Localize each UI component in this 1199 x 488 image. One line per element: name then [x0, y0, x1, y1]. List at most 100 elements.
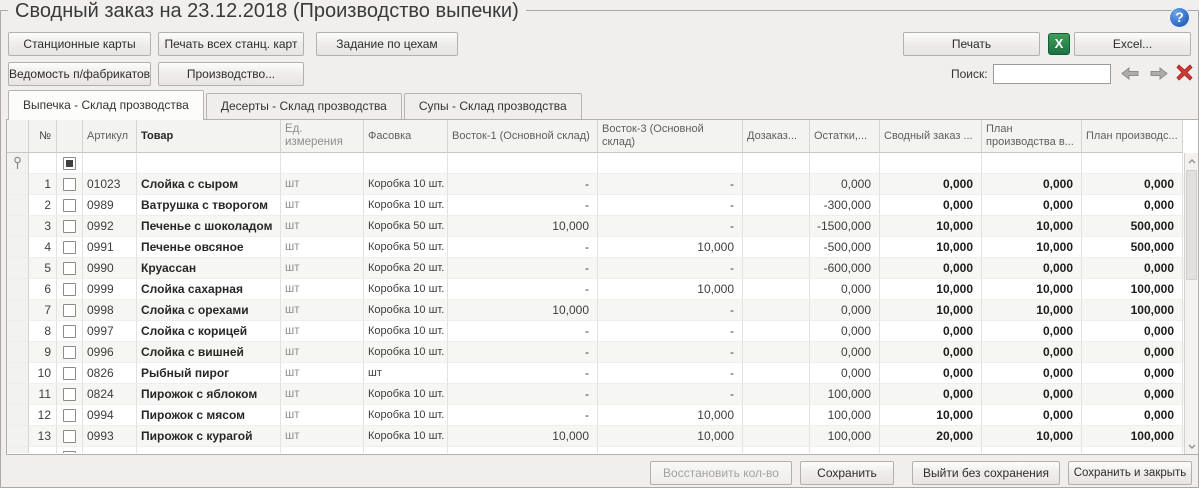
filter-cell-east1[interactable] [448, 153, 598, 174]
row-checkbox[interactable] [63, 409, 76, 422]
cell-unit[interactable]: шт [281, 174, 364, 195]
column-header-plan_prod[interactable]: План производс... [1082, 120, 1183, 153]
cell-plan_prod[interactable] [1082, 447, 1183, 453]
cell-remains[interactable]: 100,000 [810, 384, 880, 405]
cell-summary[interactable]: 10,000 [880, 405, 982, 426]
cell-east1[interactable]: 10,000 [448, 216, 598, 237]
cell-unit[interactable]: шт [281, 426, 364, 447]
cell-plan_shop[interactable]: 0,000 [982, 384, 1082, 405]
cell-article[interactable]: 0993 [83, 426, 137, 447]
column-header-num[interactable]: № [29, 120, 57, 153]
cell-article[interactable]: 0826 [83, 363, 137, 384]
search-next-icon[interactable] [1150, 66, 1168, 81]
cell-remains[interactable]: 0,000 [810, 342, 880, 363]
cell-backorder[interactable] [743, 342, 810, 363]
row-checkbox[interactable] [63, 388, 76, 401]
production-button[interactable]: Производство... [158, 62, 304, 86]
cell-product[interactable]: Слойка с вишней [137, 342, 281, 363]
cell-plan_shop[interactable]: 0,000 [982, 174, 1082, 195]
search-clear-icon[interactable] [1176, 64, 1193, 81]
cell-summary[interactable]: 0,000 [880, 363, 982, 384]
column-header-article[interactable]: Артикул [83, 120, 137, 153]
cell-plan_prod[interactable]: 0,000 [1082, 384, 1183, 405]
row-checkbox[interactable] [63, 304, 76, 317]
save-button[interactable]: Сохранить [800, 461, 894, 485]
row-checkbox-cell[interactable] [57, 426, 83, 447]
cell-plan_shop[interactable]: 0,000 [982, 258, 1082, 279]
scroll-up-icon[interactable] [1185, 153, 1198, 169]
table-row[interactable]: 101023Слойка с сыромштКоробка 10 шт.--0,… [7, 174, 1186, 195]
cell-east3[interactable]: 10,000 [598, 405, 743, 426]
row-checkbox-cell[interactable] [57, 279, 83, 300]
table-row[interactable]: 70998Слойка с орехамиштКоробка 10 шт.10,… [7, 300, 1186, 321]
cell-article[interactable]: 0992 [83, 216, 137, 237]
cell-plan_prod[interactable]: 100,000 [1082, 279, 1183, 300]
row-checkbox-cell[interactable] [57, 258, 83, 279]
cell-east1[interactable]: - [448, 174, 598, 195]
cell-plan_shop[interactable]: 10,000 [982, 216, 1082, 237]
filter-cell-backorder[interactable] [743, 153, 810, 174]
cell-product[interactable]: Слойка с орехами [137, 300, 281, 321]
cell-plan_shop[interactable]: 0,000 [982, 342, 1082, 363]
cell-article[interactable]: 0990 [83, 258, 137, 279]
search-input[interactable] [993, 64, 1111, 84]
row-checkbox-cell[interactable] [57, 216, 83, 237]
cell-unit[interactable]: шт [281, 300, 364, 321]
exit-no-save-button[interactable]: Выйти без сохранения [912, 461, 1060, 485]
filter-pin-icon[interactable] [7, 153, 29, 174]
table-row[interactable]: 130993Пирожок с курагойштКоробка 10 шт.1… [7, 426, 1186, 447]
cell-product[interactable]: Печенье с шоколадом [137, 216, 281, 237]
table-row[interactable]: 60999Слойка сахарнаяштКоробка 10 шт.-10,… [7, 279, 1186, 300]
cell-unit[interactable]: шт [281, 195, 364, 216]
cell-article[interactable]: 0991 [83, 237, 137, 258]
table-row[interactable]: 110824Пирожок с яблокомштКоробка 10 шт.-… [7, 384, 1186, 405]
filter-num-cell[interactable] [29, 153, 57, 174]
cell-pack[interactable]: Коробка 10 шт. [364, 384, 448, 405]
cell-east1[interactable]: - [448, 258, 598, 279]
cell-article[interactable]: 0996 [83, 342, 137, 363]
table-row[interactable]: 120994Пирожок с мясомштКоробка 10 шт.-10… [7, 405, 1186, 426]
filter-cell-product[interactable] [137, 153, 281, 174]
cell-backorder[interactable] [743, 195, 810, 216]
row-checkbox-cell[interactable] [57, 174, 83, 195]
cell-remains[interactable]: 0,000 [810, 363, 880, 384]
cell-summary[interactable]: 0,000 [880, 321, 982, 342]
cell-pack[interactable]: шт [364, 363, 448, 384]
cell-backorder[interactable] [743, 363, 810, 384]
grid-filter-row[interactable] [7, 153, 1186, 174]
cell-unit[interactable]: шт [281, 363, 364, 384]
cell-backorder[interactable] [743, 258, 810, 279]
cell-article[interactable] [83, 447, 137, 453]
column-header-east3[interactable]: Восток-3 (Основной склад) [598, 120, 743, 153]
cell-east1[interactable]: - [448, 405, 598, 426]
filter-cell-summary[interactable] [880, 153, 982, 174]
cell-remains[interactable]: 100,000 [810, 426, 880, 447]
cell-plan_shop[interactable]: 10,000 [982, 426, 1082, 447]
cell-summary[interactable]: 0,000 [880, 195, 982, 216]
row-checkbox[interactable] [63, 199, 76, 212]
row-checkbox-cell[interactable] [57, 342, 83, 363]
cell-pack[interactable]: Коробка 10 шт. [364, 405, 448, 426]
cell-east1[interactable]: 10,000 [448, 300, 598, 321]
table-row[interactable]: 80997Слойка с корицейштКоробка 10 шт.--0… [7, 321, 1186, 342]
cell-remains[interactable]: 0,000 [810, 321, 880, 342]
cell-pack[interactable]: Коробка 10 шт. [364, 279, 448, 300]
cell-east1[interactable]: - [448, 279, 598, 300]
cell-east3[interactable]: - [598, 258, 743, 279]
row-checkbox[interactable] [63, 283, 76, 296]
cell-backorder[interactable] [743, 447, 810, 453]
cell-pack[interactable]: Коробка 10 шт. [364, 174, 448, 195]
row-checkbox-cell[interactable] [57, 195, 83, 216]
cell-plan_prod[interactable]: 0,000 [1082, 195, 1183, 216]
cell-east1[interactable] [448, 447, 598, 453]
row-checkbox[interactable] [63, 451, 76, 454]
cell-pack[interactable]: Коробка 50 шт. [364, 237, 448, 258]
cell-remains[interactable]: -600,000 [810, 258, 880, 279]
cell-pack[interactable]: Коробка 20 шт. [364, 258, 448, 279]
cell-east3[interactable]: - [598, 363, 743, 384]
cell-unit[interactable]: шт [281, 258, 364, 279]
cell-summary[interactable]: 10,000 [880, 279, 982, 300]
cell-east1[interactable]: - [448, 237, 598, 258]
filter-cell-article[interactable] [83, 153, 137, 174]
cell-east1[interactable]: - [448, 363, 598, 384]
